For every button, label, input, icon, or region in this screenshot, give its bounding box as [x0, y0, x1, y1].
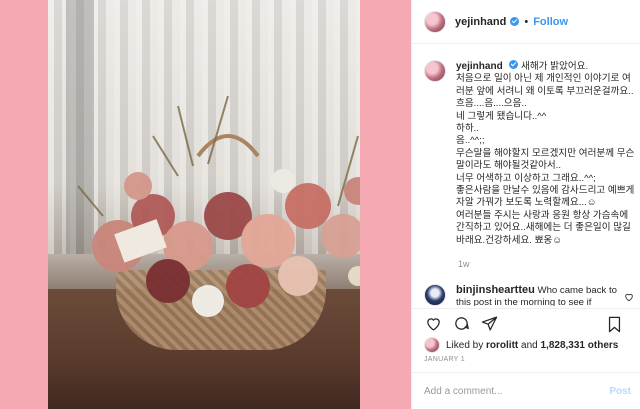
comment-icon: [454, 317, 469, 330]
comment-button[interactable]: [452, 315, 470, 333]
likes-prefix: Liked by: [446, 339, 484, 351]
share-button[interactable]: [480, 315, 498, 333]
caption-line: 너무 어색하고 이상하고 그래요..^^;: [456, 172, 596, 184]
likes-count[interactable]: 1,828,331 others: [541, 340, 619, 351]
liker-username[interactable]: rorolitt: [486, 340, 518, 351]
caption-timestamp[interactable]: 1w: [458, 259, 470, 269]
save-button[interactable]: [605, 315, 623, 333]
liker-avatar[interactable]: [424, 337, 440, 353]
commenter-avatar[interactable]: [424, 284, 446, 306]
caption-text: yejinhand 새해가 밝았어요. 처음으로 일이 아닌 제 개인적인 이야…: [456, 60, 636, 265]
comment-item: binjinsheartteu Who came back to this po…: [424, 284, 636, 306]
post-photo[interactable]: [48, 0, 360, 409]
post-header: yejinhand • Follow: [412, 0, 640, 44]
like-button[interactable]: [424, 315, 442, 333]
comment-input[interactable]: [424, 385, 594, 397]
bookmark-icon: [608, 316, 620, 332]
post-comment-button[interactable]: Post: [609, 386, 631, 397]
caption-line: 무슨말을 해야할지 모르겠지만 여러분께 무슨 말이라도 해야될것같아서..: [456, 147, 635, 172]
post-caption: yejinhand 새해가 밝았어요. 처음으로 일이 아닌 제 개인적인 이야…: [424, 60, 636, 265]
add-comment-bar: Post: [412, 372, 640, 409]
flower-bouquet: [77, 96, 360, 317]
caption-line: 음..^^;;: [456, 135, 485, 147]
likes-summary: Liked by rorolitt and 1,828,331 others: [424, 337, 618, 353]
action-bar: [412, 308, 640, 338]
caption-line: 하하..: [456, 123, 479, 135]
caption-username[interactable]: yejinhand: [456, 61, 503, 72]
verified-badge-icon: [509, 60, 519, 69]
commenter-username[interactable]: binjinsheartteu: [456, 284, 535, 296]
caption-line: 네 그렇게 됐습니다..^^: [456, 110, 547, 122]
post-date[interactable]: JANUARY 1: [424, 356, 465, 363]
caption-line: 처음으로 일이 아닌 제 개인적인 이야기로 여러분 앞에 서려니 왜 이토록 …: [456, 73, 634, 97]
caption-line: 좋은사람을 만날수 있음에 감사드리고 예쁘게 자알 가꿔가 보도록 노력할께요…: [456, 185, 635, 209]
author-username[interactable]: yejinhand: [455, 16, 506, 28]
comment-text: binjinsheartteu Who came back to this po…: [456, 284, 626, 306]
comment-like-icon[interactable]: [624, 292, 634, 302]
follow-button[interactable]: Follow: [533, 16, 568, 28]
post-sidebar: yejinhand • Follow yejinhand 새해가 밝았어요. 처…: [411, 0, 640, 409]
verified-badge-icon: [510, 17, 520, 26]
likes-conj: and: [521, 339, 538, 351]
share-icon: [481, 316, 497, 331]
caption-line: 흐음....음....으음..: [456, 98, 527, 110]
caption-line: 여러분들 주시는 사랑과 응원 항상 가슴속에 간직하고 있어요..새해에는 더…: [456, 209, 631, 246]
separator-dot: •: [524, 15, 529, 28]
heart-icon: [426, 318, 440, 331]
caption-avatar[interactable]: [424, 60, 446, 82]
author-avatar[interactable]: [424, 10, 446, 33]
caption-line: 새해가 밝았어요.: [521, 61, 589, 72]
